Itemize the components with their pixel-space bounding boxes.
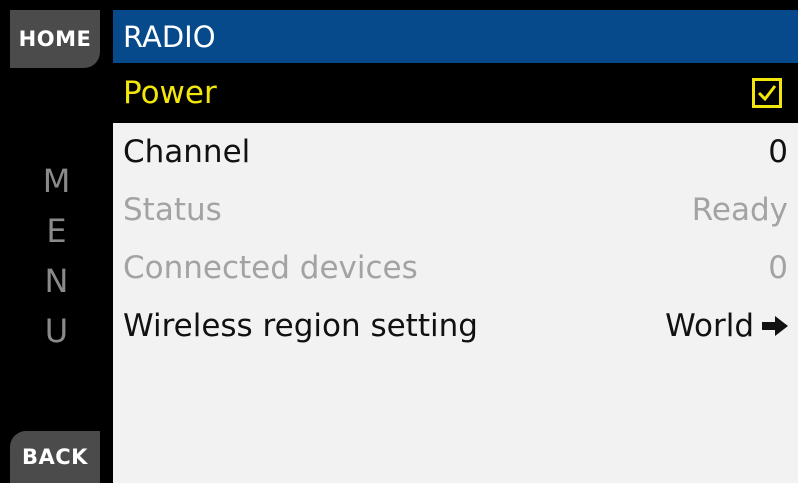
checkbox-checked-icon[interactable] [752,78,782,108]
menu-letter: E [46,212,67,250]
menu-label[interactable]: M E N U [0,156,113,356]
row-value: 0 [768,250,788,286]
row-value: World [665,308,754,344]
home-button[interactable]: HOME [10,10,100,68]
main-panel: RADIO Power Channel 0 Status Ready Conne… [113,10,798,483]
menu-row-channel[interactable]: Channel 0 [113,123,798,181]
menu-row-wireless-region[interactable]: Wireless region setting World [113,297,798,355]
row-value: 0 [768,134,788,170]
sidebar: HOME M E N U BACK [0,0,113,483]
menu-letter: U [44,312,69,350]
menu-row-power[interactable]: Power [113,63,798,123]
menu-letter: M [42,162,71,200]
row-label: Status [123,192,222,228]
row-label: Wireless region setting [123,308,478,344]
row-value: Ready [691,192,788,228]
page-title: RADIO [123,19,216,54]
menu-row-connected-devices: Connected devices 0 [113,239,798,297]
page-title-bar: RADIO [113,10,798,63]
row-label: Power [123,75,217,111]
menu-letter: N [44,262,69,300]
row-label: Channel [123,134,251,170]
back-button[interactable]: BACK [10,431,100,483]
row-value-group: World [665,308,788,344]
arrow-right-icon [762,308,788,344]
row-label: Connected devices [123,250,418,286]
menu-row-status: Status Ready [113,181,798,239]
